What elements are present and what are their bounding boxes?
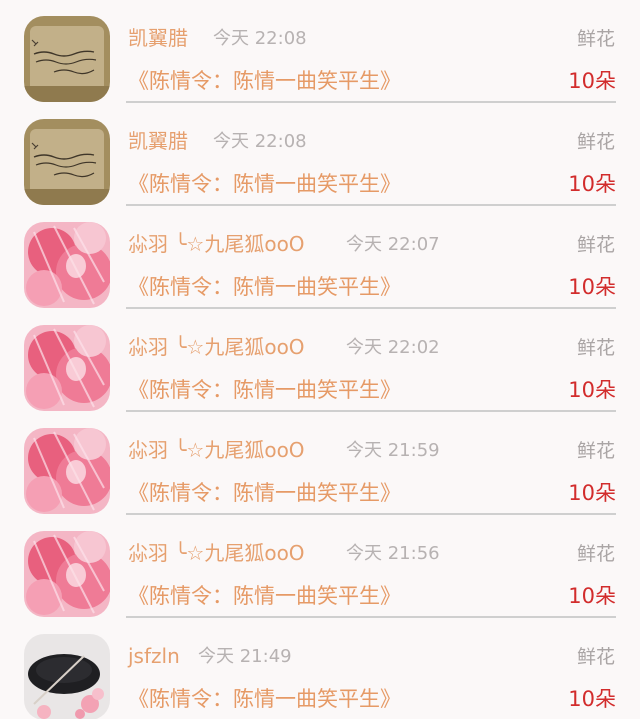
timestamp: 今天 22:02 — [346, 337, 440, 358]
username[interactable]: 尛羽 ╰☆九尾狐ooO — [128, 333, 305, 361]
timestamp: 今天 22:08 — [213, 131, 307, 152]
username[interactable]: 尛羽 ╰☆九尾狐ooO — [128, 436, 305, 464]
list-item[interactable]: 尛羽 ╰☆九尾狐ooO 今天 21:59 鲜花 《陈情令：陈情一曲笑平生》 10… — [0, 412, 640, 515]
list-item[interactable]: 尛羽 ╰☆九尾狐ooO 今天 22:02 鲜花 《陈情令：陈情一曲笑平生》 10… — [0, 309, 640, 412]
gift-count: 10朵 — [568, 172, 616, 196]
avatar[interactable] — [24, 428, 110, 514]
avatar[interactable] — [24, 16, 110, 102]
gift-count: 10朵 — [568, 687, 616, 711]
gift-type: 鲜花 — [576, 440, 615, 462]
username[interactable]: 凯翼腊 — [128, 24, 188, 52]
gift-type: 鲜花 — [576, 131, 615, 153]
gift-type: 鲜花 — [576, 543, 615, 565]
list-item[interactable]: jsfzln 今天 21:49 鲜花 《陈情令：陈情一曲笑平生》 10朵 — [0, 618, 640, 719]
gift-type: 鲜花 — [576, 337, 615, 359]
book-title-link[interactable]: 《陈情令：陈情一曲笑平生》 — [128, 375, 401, 405]
gift-count: 10朵 — [568, 69, 616, 93]
avatar[interactable] — [24, 325, 110, 411]
timestamp: 今天 21:59 — [346, 440, 440, 461]
list-item[interactable]: 凯翼腊 今天 22:08 鲜花 《陈情令：陈情一曲笑平生》 10朵 — [0, 103, 640, 206]
avatar[interactable] — [24, 222, 110, 308]
avatar[interactable] — [24, 119, 110, 205]
username[interactable]: jsfzln — [128, 642, 180, 670]
avatar[interactable] — [24, 634, 110, 719]
list-item[interactable]: 尛羽 ╰☆九尾狐ooO 今天 21:56 鲜花 《陈情令：陈情一曲笑平生》 10… — [0, 515, 640, 618]
book-title-link[interactable]: 《陈情令：陈情一曲笑平生》 — [128, 581, 401, 611]
timestamp: 今天 22:07 — [346, 234, 440, 255]
book-title-link[interactable]: 《陈情令：陈情一曲笑平生》 — [128, 272, 401, 302]
timestamp: 今天 21:56 — [346, 543, 440, 564]
gift-type: 鲜花 — [576, 234, 615, 256]
book-title-link[interactable]: 《陈情令：陈情一曲笑平生》 — [128, 66, 401, 96]
gift-record-list: 凯翼腊 今天 22:08 鲜花 《陈情令：陈情一曲笑平生》 10朵 凯翼腊 今天… — [0, 0, 640, 719]
timestamp: 今天 22:08 — [213, 28, 307, 49]
timestamp: 今天 21:49 — [198, 646, 292, 667]
username[interactable]: 尛羽 ╰☆九尾狐ooO — [128, 539, 305, 567]
list-item[interactable]: 凯翼腊 今天 22:08 鲜花 《陈情令：陈情一曲笑平生》 10朵 — [0, 0, 640, 103]
list-item[interactable]: 尛羽 ╰☆九尾狐ooO 今天 22:07 鲜花 《陈情令：陈情一曲笑平生》 10… — [0, 206, 640, 309]
book-title-link[interactable]: 《陈情令：陈情一曲笑平生》 — [128, 478, 401, 508]
gift-count: 10朵 — [568, 481, 616, 505]
gift-count: 10朵 — [568, 275, 616, 299]
book-title-link[interactable]: 《陈情令：陈情一曲笑平生》 — [128, 684, 401, 714]
gift-type: 鲜花 — [576, 28, 615, 50]
avatar[interactable] — [24, 531, 110, 617]
gift-type: 鲜花 — [576, 646, 615, 668]
book-title-link[interactable]: 《陈情令：陈情一曲笑平生》 — [128, 169, 401, 199]
gift-count: 10朵 — [568, 378, 616, 402]
username[interactable]: 尛羽 ╰☆九尾狐ooO — [128, 230, 305, 258]
username[interactable]: 凯翼腊 — [128, 127, 188, 155]
gift-count: 10朵 — [568, 584, 616, 608]
